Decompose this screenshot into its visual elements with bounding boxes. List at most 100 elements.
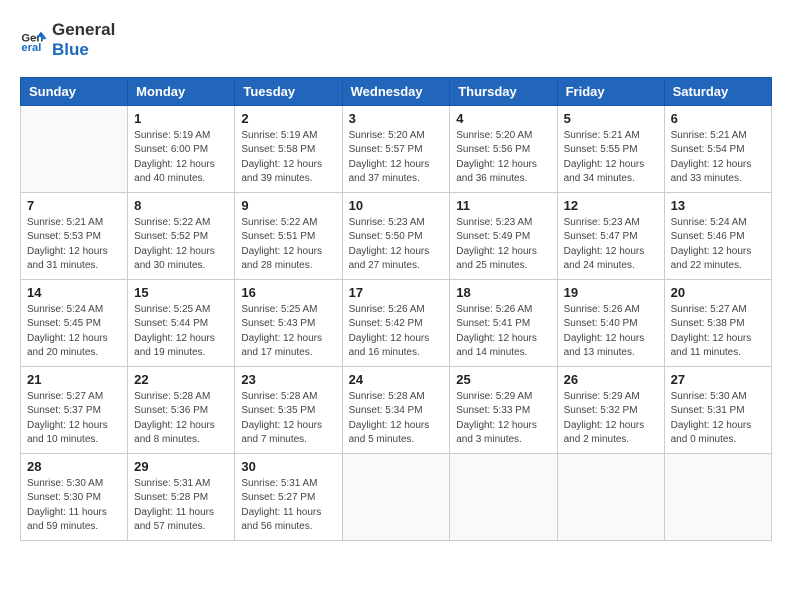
day-number: 25 — [456, 372, 550, 387]
calendar-cell: 5 Sunrise: 5:21 AM Sunset: 5:55 PM Daylig… — [557, 105, 664, 192]
calendar-cell: 21 Sunrise: 5:27 AM Sunset: 5:37 PM Dayli… — [21, 366, 128, 453]
calendar-cell — [342, 453, 450, 540]
day-number: 12 — [564, 198, 658, 213]
calendar-cell: 11 Sunrise: 5:23 AM Sunset: 5:49 PM Dayli… — [450, 192, 557, 279]
logo-text-blue: Blue — [52, 40, 115, 60]
day-number: 21 — [27, 372, 121, 387]
day-info: Sunrise: 5:22 AM Sunset: 5:51 PM Dayligh… — [241, 216, 335, 274]
calendar-cell: 16 Sunrise: 5:25 AM Sunset: 5:43 PM Dayli… — [235, 279, 342, 366]
day-info: Sunrise: 5:23 AM Sunset: 5:49 PM Dayligh… — [456, 216, 550, 274]
column-header-friday: Friday — [557, 77, 664, 105]
day-info: Sunrise: 5:21 AM Sunset: 5:55 PM Dayligh… — [564, 129, 658, 187]
calendar-header-row: SundayMondayTuesdayWednesdayThursdayFrid… — [21, 77, 772, 105]
column-header-tuesday: Tuesday — [235, 77, 342, 105]
calendar-cell: 12Sunrise: 5:23 AM Sunset: 5:47 PM Dayli… — [557, 192, 664, 279]
column-header-monday: Monday — [128, 77, 235, 105]
column-header-wednesday: Wednesday — [342, 77, 450, 105]
day-number: 7 — [27, 198, 121, 213]
calendar-cell: 18 Sunrise: 5:26 AM Sunset: 5:41 PM Dayli… — [450, 279, 557, 366]
day-number: 1 — [134, 111, 228, 126]
calendar-cell — [21, 105, 128, 192]
day-info: Sunrise: 5:28 AM Sunset: 5:34 PM Dayligh… — [349, 390, 444, 448]
calendar-cell: 28 Sunrise: 5:30 AM Sunset: 5:30 PM Dayli… — [21, 453, 128, 540]
day-info: Sunrise: 5:28 AM Sunset: 5:36 PM Dayligh… — [134, 390, 228, 448]
day-number: 11 — [456, 198, 550, 213]
day-info: Sunrise: 5:23 AM Sunset: 5:50 PM Dayligh… — [349, 216, 444, 274]
calendar-week-row: 21 Sunrise: 5:27 AM Sunset: 5:37 PM Dayli… — [21, 366, 772, 453]
column-header-sunday: Sunday — [21, 77, 128, 105]
calendar-cell: 24 Sunrise: 5:28 AM Sunset: 5:34 PM Dayli… — [342, 366, 450, 453]
day-info: Sunrise: 5:21 AM Sunset: 5:53 PM Dayligh… — [27, 216, 121, 274]
calendar-cell: 27 Sunrise: 5:30 AM Sunset: 5:31 PM Dayli… — [664, 366, 771, 453]
calendar-cell: 1 Sunrise: 5:19 AM Sunset: 6:00 PM Daylig… — [128, 105, 235, 192]
day-number: 9 — [241, 198, 335, 213]
day-number: 3 — [349, 111, 444, 126]
day-info: Sunrise: 5:29 AM Sunset: 5:33 PM Dayligh… — [456, 390, 550, 448]
logo: Gen eral General Blue — [20, 20, 115, 61]
calendar-cell: 4Sunrise: 5:20 AM Sunset: 5:56 PM Daylig… — [450, 105, 557, 192]
calendar-cell: 26Sunrise: 5:29 AM Sunset: 5:32 PM Dayli… — [557, 366, 664, 453]
day-number: 10 — [349, 198, 444, 213]
day-number: 6 — [671, 111, 765, 126]
day-info: Sunrise: 5:22 AM Sunset: 5:52 PM Dayligh… — [134, 216, 228, 274]
day-info: Sunrise: 5:20 AM Sunset: 5:57 PM Dayligh… — [349, 129, 444, 187]
calendar-cell: 13 Sunrise: 5:24 AM Sunset: 5:46 PM Dayli… — [664, 192, 771, 279]
calendar-cell: 29 Sunrise: 5:31 AM Sunset: 5:28 PM Dayli… — [128, 453, 235, 540]
day-number: 22 — [134, 372, 228, 387]
calendar-cell: 30Sunrise: 5:31 AM Sunset: 5:27 PM Dayli… — [235, 453, 342, 540]
day-number: 23 — [241, 372, 335, 387]
calendar-cell — [664, 453, 771, 540]
page-header: Gen eral General Blue — [20, 20, 772, 61]
calendar-cell: 9 Sunrise: 5:22 AM Sunset: 5:51 PM Daylig… — [235, 192, 342, 279]
svg-text:eral: eral — [21, 43, 41, 55]
day-info: Sunrise: 5:24 AM Sunset: 5:46 PM Dayligh… — [671, 216, 765, 274]
day-info: Sunrise: 5:26 AM Sunset: 5:41 PM Dayligh… — [456, 303, 550, 361]
calendar-week-row: 28 Sunrise: 5:30 AM Sunset: 5:30 PM Dayli… — [21, 453, 772, 540]
day-number: 2 — [241, 111, 335, 126]
calendar-cell: 8 Sunrise: 5:22 AM Sunset: 5:52 PM Daylig… — [128, 192, 235, 279]
day-number: 13 — [671, 198, 765, 213]
day-info: Sunrise: 5:26 AM Sunset: 5:42 PM Dayligh… — [349, 303, 444, 361]
calendar-cell: 10 Sunrise: 5:23 AM Sunset: 5:50 PM Dayli… — [342, 192, 450, 279]
day-info: Sunrise: 5:31 AM Sunset: 5:28 PM Dayligh… — [134, 477, 228, 535]
day-info: Sunrise: 5:27 AM Sunset: 5:37 PM Dayligh… — [27, 390, 121, 448]
calendar-cell — [450, 453, 557, 540]
day-number: 29 — [134, 459, 228, 474]
day-number: 14 — [27, 285, 121, 300]
day-number: 27 — [671, 372, 765, 387]
day-number: 16 — [241, 285, 335, 300]
day-number: 24 — [349, 372, 444, 387]
day-number: 17 — [349, 285, 444, 300]
calendar-cell: 6 Sunrise: 5:21 AM Sunset: 5:54 PM Daylig… — [664, 105, 771, 192]
day-number: 15 — [134, 285, 228, 300]
day-number: 30 — [241, 459, 335, 474]
day-info: Sunrise: 5:20 AM Sunset: 5:56 PM Dayligh… — [456, 129, 550, 187]
day-number: 8 — [134, 198, 228, 213]
day-number: 19 — [564, 285, 658, 300]
day-info: Sunrise: 5:19 AM Sunset: 5:58 PM Dayligh… — [241, 129, 335, 187]
calendar-cell: 14 Sunrise: 5:24 AM Sunset: 5:45 PM Dayli… — [21, 279, 128, 366]
calendar-cell: 20 Sunrise: 5:27 AM Sunset: 5:38 PM Dayli… — [664, 279, 771, 366]
calendar-table: SundayMondayTuesdayWednesdayThursdayFrid… — [20, 77, 772, 541]
day-info: Sunrise: 5:21 AM Sunset: 5:54 PM Dayligh… — [671, 129, 765, 187]
day-info: Sunrise: 5:29 AM Sunset: 5:32 PM Dayligh… — [564, 390, 658, 448]
day-info: Sunrise: 5:24 AM Sunset: 5:45 PM Dayligh… — [27, 303, 121, 361]
day-number: 20 — [671, 285, 765, 300]
calendar-cell: 22 Sunrise: 5:28 AM Sunset: 5:36 PM Dayli… — [128, 366, 235, 453]
calendar-cell: 17 Sunrise: 5:26 AM Sunset: 5:42 PM Dayli… — [342, 279, 450, 366]
day-number: 5 — [564, 111, 658, 126]
day-number: 18 — [456, 285, 550, 300]
day-info: Sunrise: 5:30 AM Sunset: 5:31 PM Dayligh… — [671, 390, 765, 448]
day-info: Sunrise: 5:25 AM Sunset: 5:44 PM Dayligh… — [134, 303, 228, 361]
day-info: Sunrise: 5:30 AM Sunset: 5:30 PM Dayligh… — [27, 477, 121, 535]
calendar-cell: 3 Sunrise: 5:20 AM Sunset: 5:57 PM Daylig… — [342, 105, 450, 192]
day-info: Sunrise: 5:25 AM Sunset: 5:43 PM Dayligh… — [241, 303, 335, 361]
calendar-week-row: 14 Sunrise: 5:24 AM Sunset: 5:45 PM Dayli… — [21, 279, 772, 366]
day-info: Sunrise: 5:27 AM Sunset: 5:38 PM Dayligh… — [671, 303, 765, 361]
calendar-cell — [557, 453, 664, 540]
calendar-week-row: 1 Sunrise: 5:19 AM Sunset: 6:00 PM Daylig… — [21, 105, 772, 192]
day-number: 28 — [27, 459, 121, 474]
logo-text-general: General — [52, 20, 115, 40]
calendar-cell: 7 Sunrise: 5:21 AM Sunset: 5:53 PM Daylig… — [21, 192, 128, 279]
day-info: Sunrise: 5:19 AM Sunset: 6:00 PM Dayligh… — [134, 129, 228, 187]
